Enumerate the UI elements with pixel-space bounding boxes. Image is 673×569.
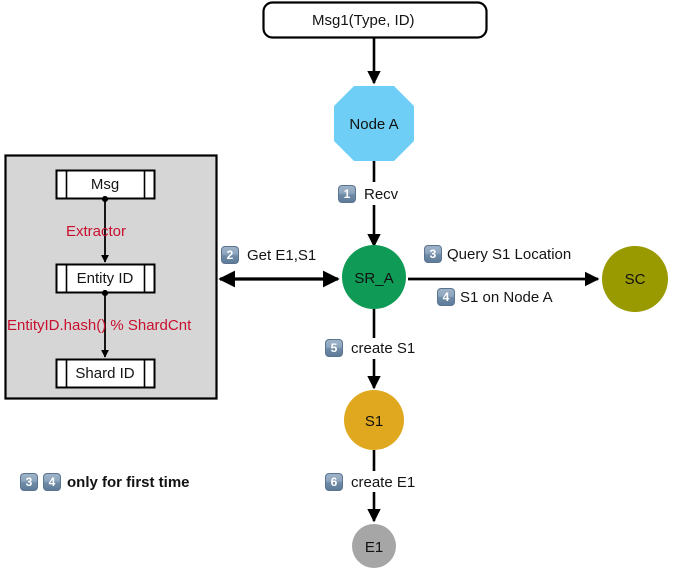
step-badge-5: 5 bbox=[325, 339, 343, 357]
entity-id-box-label: Entity ID bbox=[76, 270, 134, 287]
e1-label: E1 bbox=[364, 539, 384, 556]
step-badge-4: 4 bbox=[437, 288, 455, 306]
step-label-get-e1-s1: Get E1,S1 bbox=[247, 247, 317, 264]
message-box-label: Msg1(Type, ID) bbox=[312, 12, 415, 29]
step-label-query-s1-location: Query S1 Location bbox=[447, 246, 572, 263]
extractor-annotation: Extractor bbox=[66, 223, 127, 240]
node-a-label: Node A bbox=[349, 116, 399, 133]
step-label-create-s1: create S1 bbox=[351, 340, 416, 357]
step-badge-2: 2 bbox=[221, 246, 239, 264]
step-label-create-e1: create E1 bbox=[351, 474, 416, 491]
step-badge-3: 3 bbox=[424, 245, 442, 263]
step-label-recv: Recv bbox=[364, 186, 399, 203]
s1-label: S1 bbox=[364, 413, 384, 430]
legend-label: only for first time bbox=[67, 474, 190, 491]
legend-badge-3: 3 bbox=[20, 473, 38, 491]
step-label-s1-on-node-a: S1 on Node A bbox=[460, 289, 553, 306]
shard-id-box-label: Shard ID bbox=[75, 365, 135, 382]
msg-box-label: Msg bbox=[90, 176, 120, 193]
step-badge-6: 6 bbox=[325, 473, 343, 491]
legend-badge-4: 4 bbox=[43, 473, 61, 491]
hash-formula-annotation: EntityID.hash() % ShardCnt bbox=[7, 317, 192, 334]
sc-label: SC bbox=[624, 271, 646, 288]
sr-a-label: SR_A bbox=[354, 270, 394, 287]
step-badge-1: 1 bbox=[338, 185, 356, 203]
